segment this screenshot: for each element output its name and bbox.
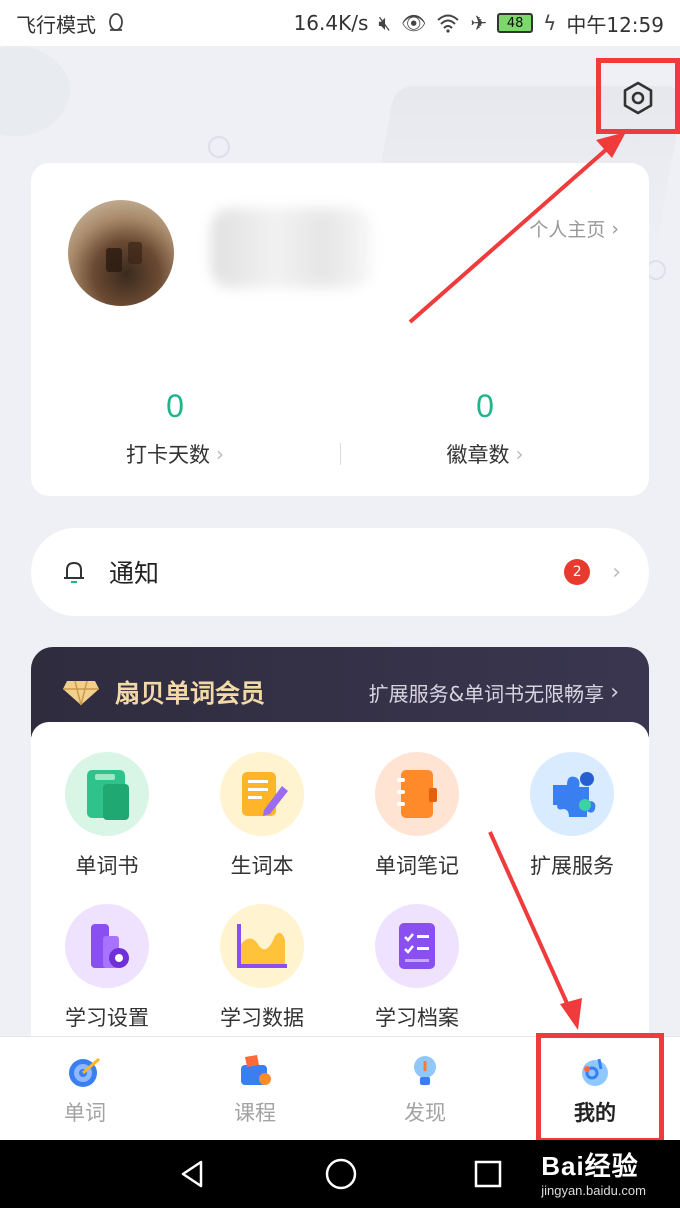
checkin-days-stat[interactable]: 0 打卡天数 › bbox=[75, 388, 275, 469]
recents-square-icon[interactable] bbox=[473, 1159, 503, 1189]
word-notes-icon bbox=[375, 752, 459, 836]
tab-discover[interactable]: 发现 bbox=[340, 1037, 510, 1140]
course-icon bbox=[241, 1054, 271, 1085]
blurred-username bbox=[211, 208, 371, 288]
grid-label: 学习数据 bbox=[220, 1006, 304, 1030]
chevron-right-icon: › bbox=[216, 442, 224, 466]
chevron-right-icon: › bbox=[610, 679, 619, 705]
wifi-icon bbox=[437, 14, 460, 33]
battery-icon: 48 bbox=[497, 13, 534, 33]
profile-card: 个人主页 › 0 打卡天数 › 0 徽章数 › bbox=[31, 163, 649, 496]
avatar[interactable] bbox=[68, 200, 174, 306]
lightbulb-icon bbox=[414, 1055, 436, 1085]
notification-row[interactable]: 通知 2 › bbox=[31, 528, 649, 616]
decorative-blob bbox=[0, 46, 70, 136]
puzzle-icon bbox=[530, 752, 614, 836]
tab-label: 课程 bbox=[234, 1100, 276, 1125]
net-speed: 16.4K/s bbox=[293, 11, 369, 35]
study-settings-icon bbox=[65, 904, 149, 988]
annotation-highlight-mine-tab bbox=[536, 1033, 664, 1143]
tab-label: 单词 bbox=[64, 1100, 106, 1125]
checkin-days-value: 0 bbox=[166, 388, 184, 424]
feature-grid: 单词书 生词本 单词笔记 扩展服务 学习设置 学习数据 学习档案 bbox=[31, 722, 649, 1036]
tab-label: 发现 bbox=[404, 1100, 446, 1125]
notification-badge: 2 bbox=[564, 559, 591, 585]
study-archive-icon bbox=[375, 904, 459, 988]
chevron-right-icon: › bbox=[611, 217, 619, 240]
grid-label: 学习档案 bbox=[375, 1006, 459, 1030]
clock: 中午12:59 bbox=[566, 12, 664, 37]
diamond-icon bbox=[63, 680, 99, 706]
badges-stat[interactable]: 0 徽章数 › bbox=[385, 388, 585, 469]
chevron-right-icon: › bbox=[612, 559, 621, 585]
airplane-icon: ✈ bbox=[470, 11, 488, 35]
stat-divider bbox=[340, 443, 341, 465]
annotation-highlight-settings bbox=[596, 58, 680, 134]
homepage-link-label: 个人主页 bbox=[529, 219, 606, 241]
membership-title: 扇贝单词会员 bbox=[115, 679, 266, 708]
grid-item-word-notes[interactable]: 单词笔记 bbox=[347, 752, 487, 880]
badges-label: 徽章数 bbox=[446, 443, 510, 467]
grid-item-study-data[interactable]: 学习数据 bbox=[192, 904, 332, 1032]
eye-icon: 👁︎ bbox=[401, 11, 427, 35]
mute-icon: 🔇︎ bbox=[378, 11, 391, 35]
penguin-icon bbox=[109, 13, 123, 31]
badges-value: 0 bbox=[476, 388, 494, 424]
notification-title: 通知 bbox=[109, 559, 160, 588]
grid-item-wordbook[interactable]: 单词书 bbox=[37, 752, 177, 880]
watermark-line1: Bai经验 bbox=[541, 1151, 639, 1181]
tab-words[interactable]: 单词 bbox=[0, 1037, 170, 1140]
back-triangle-icon[interactable] bbox=[177, 1158, 209, 1190]
grid-label: 生词本 bbox=[230, 854, 294, 878]
study-data-chart-icon bbox=[220, 904, 304, 988]
wordbook-icon bbox=[65, 752, 149, 836]
membership-subtitle: 扩展服务&单词书无限畅享 bbox=[368, 681, 605, 706]
status-bar: 飞行模式 16.4K/s 🔇︎ 👁︎ ✈ 48 ϟ 中午12:59 bbox=[0, 0, 680, 46]
grid-item-study-archive[interactable]: 学习档案 bbox=[347, 904, 487, 1032]
new-words-notebook-icon bbox=[220, 752, 304, 836]
grid-item-extended-services[interactable]: 扩展服务 bbox=[502, 752, 642, 880]
charging-icon: ϟ bbox=[543, 11, 557, 35]
grid-item-study-settings[interactable]: 学习设置 bbox=[37, 904, 177, 1032]
grid-label: 扩展服务 bbox=[530, 854, 614, 878]
grid-label: 单词书 bbox=[75, 854, 139, 878]
tab-courses[interactable]: 课程 bbox=[170, 1037, 340, 1140]
home-circle-icon[interactable] bbox=[324, 1157, 358, 1191]
checkin-days-label: 打卡天数 bbox=[126, 443, 210, 467]
watermark-line2: jingyan.baidu.com bbox=[541, 1183, 646, 1198]
target-icon bbox=[69, 1057, 100, 1087]
chevron-right-icon: › bbox=[515, 442, 524, 466]
grid-label: 单词笔记 bbox=[375, 854, 459, 878]
grid-item-new-words[interactable]: 生词本 bbox=[192, 752, 332, 880]
grid-label: 学习设置 bbox=[65, 1006, 149, 1030]
decorative-circle bbox=[208, 136, 230, 158]
airplane-mode-text: 飞行模式 bbox=[16, 12, 96, 37]
homepage-link[interactable]: 个人主页 › bbox=[529, 215, 619, 242]
baidu-jingyan-watermark: Bai经验 jingyan.baidu.com bbox=[541, 1146, 646, 1198]
decorative-circle bbox=[646, 260, 666, 280]
bell-icon bbox=[64, 561, 84, 583]
